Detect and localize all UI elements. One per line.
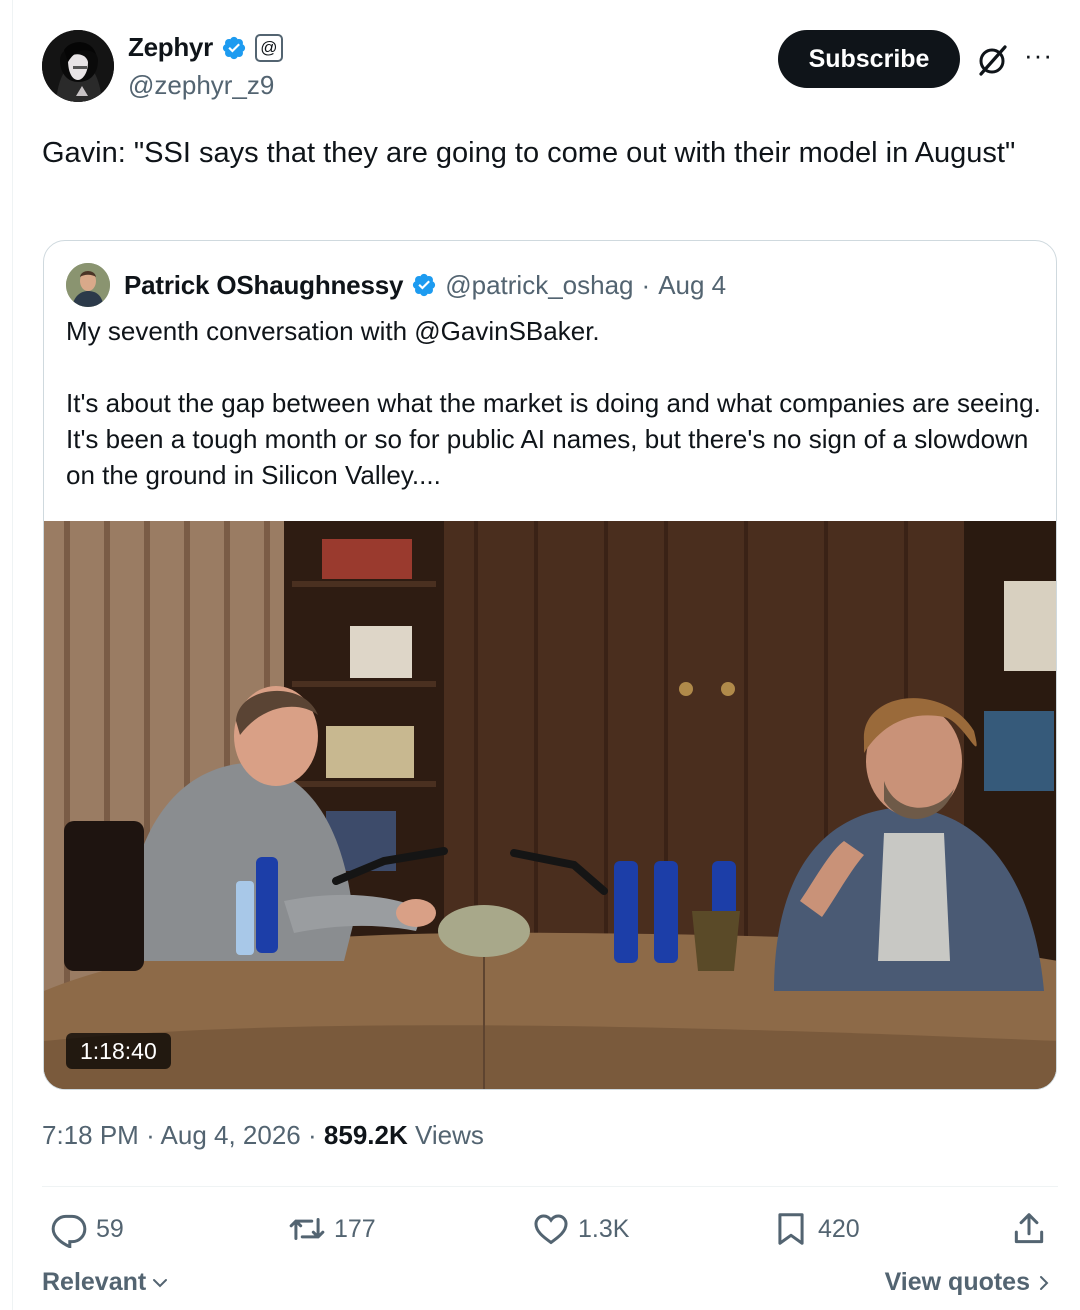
repost-icon (289, 1217, 325, 1241)
meta-separator: · (308, 1120, 317, 1150)
quoted-text-paragraph-1: My seventh conversation with @GavinSBake… (66, 316, 600, 346)
views-count: 859.2K (323, 1120, 408, 1150)
tweet-meta: 7:18 PM · Aug 4, 2026 · 859.2K Views (42, 1120, 484, 1151)
reply-icon (51, 1214, 87, 1248)
video-duration-badge: 1:18:40 (66, 1033, 171, 1069)
quoted-tweet-text: My seventh conversation with @GavinSBake… (66, 313, 1041, 493)
subscribe-button[interactable]: Subscribe (778, 30, 960, 88)
quoted-tweet-header: Patrick OShaughnessy @patrick_oshag · Au… (66, 263, 726, 307)
grok-icon[interactable] (974, 42, 1010, 78)
author-display-name[interactable]: Zephyr (128, 32, 213, 63)
repost-button[interactable]: 177 (288, 1206, 376, 1252)
chevron-right-icon (1040, 1275, 1049, 1290)
repost-count: 177 (334, 1214, 376, 1243)
view-quotes-label: View quotes (884, 1268, 1030, 1296)
like-count: 1.3K (578, 1214, 630, 1243)
reply-button[interactable]: 59 (50, 1206, 124, 1252)
meta-separator: · (146, 1120, 155, 1150)
quoted-author-name[interactable]: Patrick OShaughnessy (124, 270, 403, 301)
timeline-left-border (12, 0, 13, 1310)
chevron-down-icon (153, 1278, 168, 1287)
author-name-row: Zephyr @ (128, 32, 283, 63)
more-options-icon[interactable]: ··· (1024, 42, 1056, 74)
share-button[interactable] (1010, 1206, 1048, 1252)
quoted-text-paragraph-2: It's about the gap between what the mark… (66, 388, 1041, 490)
like-button[interactable]: 1.3K (532, 1206, 629, 1252)
tweet-time[interactable]: 7:18 PM (42, 1120, 139, 1150)
quoted-author-handle[interactable]: @patrick_oshag (445, 270, 633, 301)
heart-icon (534, 1214, 568, 1245)
tweet-date[interactable]: Aug 4, 2026 (161, 1120, 301, 1150)
verified-badge-icon (222, 36, 245, 59)
bookmark-icon (778, 1213, 804, 1245)
author-avatar[interactable] (42, 30, 114, 102)
quoted-verified-badge-icon (413, 273, 436, 297)
bookmark-button[interactable]: 420 (772, 1206, 860, 1252)
video-thumbnail (44, 521, 1056, 1089)
reply-sort-dropdown[interactable]: Relevant (42, 1268, 170, 1297)
author-handle[interactable]: @zephyr_z9 (128, 70, 274, 101)
video-player[interactable]: 1:18:40 (44, 521, 1056, 1089)
views-label: Views (414, 1120, 484, 1150)
view-quotes-link[interactable]: View quotes (885, 1268, 1052, 1297)
bookmark-count: 420 (818, 1214, 860, 1243)
quoted-tweet-card[interactable]: Patrick OShaughnessy @patrick_oshag · Au… (43, 240, 1057, 1090)
reply-sort-label: Relevant (42, 1268, 147, 1296)
quoted-author-avatar[interactable] (66, 263, 110, 307)
action-bar-divider (42, 1186, 1058, 1187)
affiliate-badge-icon[interactable]: @ (254, 33, 283, 62)
reply-count: 59 (96, 1214, 124, 1243)
quoted-tweet-date[interactable]: Aug 4 (658, 270, 726, 301)
quoted-meta-separator: · (641, 269, 651, 300)
tweet-text: Gavin: "SSI says that they are going to … (42, 137, 1016, 169)
share-icon (1014, 1213, 1044, 1244)
